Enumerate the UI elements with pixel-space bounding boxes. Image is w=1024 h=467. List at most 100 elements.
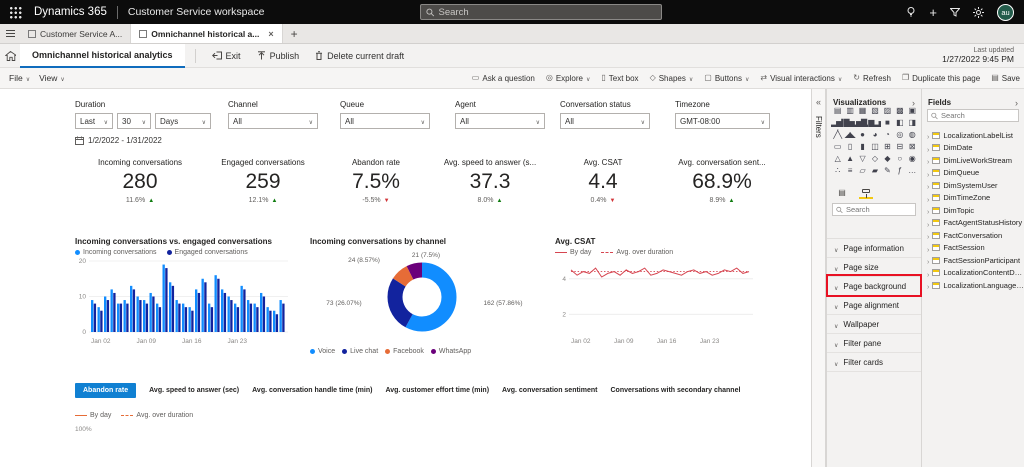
- avatar[interactable]: au: [997, 3, 1014, 21]
- visual-type-icon[interactable]: ◢◣: [843, 129, 855, 140]
- toolbar-buttons-button[interactable]: ▢ Buttons: [704, 74, 749, 83]
- visual-type-icon[interactable]: ▂▅▇: [831, 117, 843, 128]
- bar-chart-visual[interactable]: Incoming conversations vs. engaged conve…: [75, 237, 300, 355]
- visual-type-icon[interactable]: ▆▂▅: [868, 117, 880, 128]
- visual-type-icon[interactable]: ◫: [868, 141, 880, 152]
- format-section-filter-pane[interactable]: Filter pane: [827, 334, 921, 353]
- kpi-card-avg-speed-to-answer-s[interactable]: Avg. speed to answer (s... 37.3 8.0% ▲: [428, 158, 552, 204]
- close-tab-icon[interactable]: ×: [268, 29, 273, 39]
- delete-draft-button[interactable]: Delete current draft: [315, 51, 404, 61]
- view-menu[interactable]: View: [39, 73, 65, 83]
- tab-omnichannel-historical[interactable]: Omnichannel historical a... ×: [131, 24, 283, 43]
- fields-search-input[interactable]: [941, 111, 1015, 120]
- visual-type-icon[interactable]: ▧: [868, 105, 880, 116]
- visual-type-icon[interactable]: ▭: [831, 141, 843, 152]
- field-table-dimdate[interactable]: DimDate: [922, 142, 1024, 155]
- format-search[interactable]: [832, 203, 916, 216]
- kpi-card-avg-csat[interactable]: Avg. CSAT 4.4 0.4% ▼: [556, 158, 650, 204]
- expand-pane-icon[interactable]: [816, 92, 821, 110]
- lightbulb-icon[interactable]: [906, 6, 916, 18]
- metric-tab-avg-conversation-handle-time-min[interactable]: Avg. conversation handle time (min): [252, 387, 372, 394]
- visual-type-icon[interactable]: ◍: [906, 129, 918, 140]
- duration-value-dropdown[interactable]: 30: [117, 113, 151, 129]
- visual-type-icon[interactable]: ●: [856, 129, 868, 140]
- field-table-factsessionparticipant[interactable]: FactSessionParticipant: [922, 254, 1024, 267]
- metric-tab-conversations-with-secondary-channel[interactable]: Conversations with secondary channel: [610, 387, 740, 394]
- visual-type-icon[interactable]: ▰: [868, 165, 880, 176]
- format-search-input[interactable]: [845, 205, 912, 214]
- visual-type-icon[interactable]: ▽: [856, 153, 868, 164]
- toolbar-duplicate-this-page-button[interactable]: ❐ Duplicate this page: [902, 74, 980, 83]
- field-table-localizationlanguagel[interactable]: LocalizationLanguageL...: [922, 279, 1024, 292]
- conversation-status-dropdown[interactable]: All: [560, 113, 650, 129]
- field-table-dimtopic[interactable]: DimTopic: [922, 204, 1024, 217]
- filters-collapsed-pane[interactable]: Filters: [811, 89, 826, 467]
- field-table-dimtimezone[interactable]: DimTimeZone: [922, 192, 1024, 205]
- visual-type-icon[interactable]: ■: [881, 117, 893, 128]
- publish-button[interactable]: Publish: [257, 51, 299, 61]
- agent-dropdown[interactable]: All: [455, 113, 545, 129]
- visual-type-icon[interactable]: ▤: [831, 105, 843, 116]
- duration-last-dropdown[interactable]: Last: [75, 113, 113, 129]
- format-section-filter-cards[interactable]: Filter cards: [827, 353, 921, 372]
- metric-tab-avg-speed-to-answer-sec[interactable]: Avg. speed to answer (sec): [149, 387, 239, 394]
- toolbar-visual-interactions-button[interactable]: ⇄ Visual interactions: [760, 74, 842, 83]
- visual-type-icon[interactable]: ◉: [906, 153, 918, 164]
- report-page-tab[interactable]: Omnichannel historical analytics: [20, 43, 185, 68]
- channel-dropdown[interactable]: All: [228, 113, 318, 129]
- field-table-dimsystemuser[interactable]: DimSystemUser: [922, 179, 1024, 192]
- visual-type-icon[interactable]: ▥: [843, 105, 855, 116]
- visual-type-icon[interactable]: ≡: [843, 165, 855, 176]
- toolbar-refresh-button[interactable]: ↻ Refresh: [853, 74, 891, 83]
- toolbar-ask-a-question-button[interactable]: ▭ Ask a question: [472, 74, 535, 83]
- format-tab-icon[interactable]: [859, 185, 873, 199]
- metric-tab-abandon-rate[interactable]: Abandon rate: [75, 383, 137, 398]
- filter-icon[interactable]: [950, 7, 960, 17]
- timezone-dropdown[interactable]: GMT-08:00: [675, 113, 770, 129]
- visual-type-icon[interactable]: ▮: [856, 141, 868, 152]
- fields-search[interactable]: [927, 109, 1019, 122]
- format-section-page-information[interactable]: Page information: [827, 239, 921, 258]
- field-table-dimqueue[interactable]: DimQueue: [922, 167, 1024, 180]
- visual-type-icon[interactable]: ▱: [856, 165, 868, 176]
- visual-type-icon[interactable]: ◧: [893, 117, 905, 128]
- toolbar-explore-button[interactable]: ◎ Explore: [546, 74, 591, 83]
- kpi-card-avg-conversation-sent[interactable]: Avg. conversation sent... 68.9% 8.9% ▲: [652, 158, 792, 204]
- visual-type-icon[interactable]: ╱╲: [831, 129, 843, 140]
- add-icon[interactable]: +: [929, 6, 937, 19]
- visual-type-icon[interactable]: ƒ: [893, 165, 905, 176]
- metric-tab-avg-customer-effort-time-min[interactable]: Avg. customer effort time (min): [385, 387, 489, 394]
- visual-type-icon[interactable]: ▲: [843, 153, 855, 164]
- exit-button[interactable]: Exit: [211, 51, 241, 61]
- field-table-localizationcontentde[interactable]: LocalizationContentDe...: [922, 267, 1024, 280]
- visual-type-icon[interactable]: ⊠: [906, 141, 918, 152]
- kpi-card-incoming-conversations[interactable]: Incoming conversations 280 11.6% ▲: [75, 158, 205, 204]
- line-chart-visual[interactable]: Avg. CSAT By day Avg. over duration 2 4 Jan…: [555, 237, 765, 355]
- visual-type-icon[interactable]: ∴: [831, 165, 843, 176]
- queue-dropdown[interactable]: All: [340, 113, 430, 129]
- new-tab-button[interactable]: +: [283, 24, 306, 43]
- toolbar-text-box-button[interactable]: ▯ Text box: [601, 74, 638, 83]
- waffle-menu-icon[interactable]: [9, 5, 22, 19]
- field-table-dimliveworkstream[interactable]: DimLiveWorkStream: [922, 154, 1024, 167]
- tab-customer-service-agent[interactable]: Customer Service A...: [20, 24, 132, 43]
- visual-type-icon[interactable]: ▅▇▂: [856, 117, 868, 128]
- gear-icon[interactable]: [973, 6, 984, 18]
- global-search[interactable]: [420, 4, 662, 20]
- global-search-input[interactable]: [438, 6, 656, 18]
- visual-type-icon[interactable]: △: [831, 153, 843, 164]
- visual-type-icon[interactable]: …: [906, 165, 918, 176]
- toolbar-save-button[interactable]: ▤ Save: [991, 74, 1020, 83]
- field-table-factagentstatushistory[interactable]: FactAgentStatusHistory: [922, 217, 1024, 230]
- visual-type-icon[interactable]: ◕: [868, 129, 880, 140]
- visual-type-icon[interactable]: ◔: [881, 129, 893, 140]
- kpi-card-engaged-conversations[interactable]: Engaged conversations 259 12.1% ▲: [202, 158, 324, 204]
- visual-type-icon[interactable]: ◎: [893, 129, 905, 140]
- visual-type-icon[interactable]: ⊞: [881, 141, 893, 152]
- format-section-page-background[interactable]: Page background: [827, 277, 921, 296]
- format-section-wallpaper[interactable]: Wallpaper: [827, 315, 921, 334]
- visual-type-icon[interactable]: ✎: [881, 165, 893, 176]
- visual-type-icon[interactable]: ▇▅▂: [843, 117, 855, 128]
- field-table-factconversation[interactable]: FactConversation: [922, 229, 1024, 242]
- format-section-page-size[interactable]: Page size: [827, 258, 921, 277]
